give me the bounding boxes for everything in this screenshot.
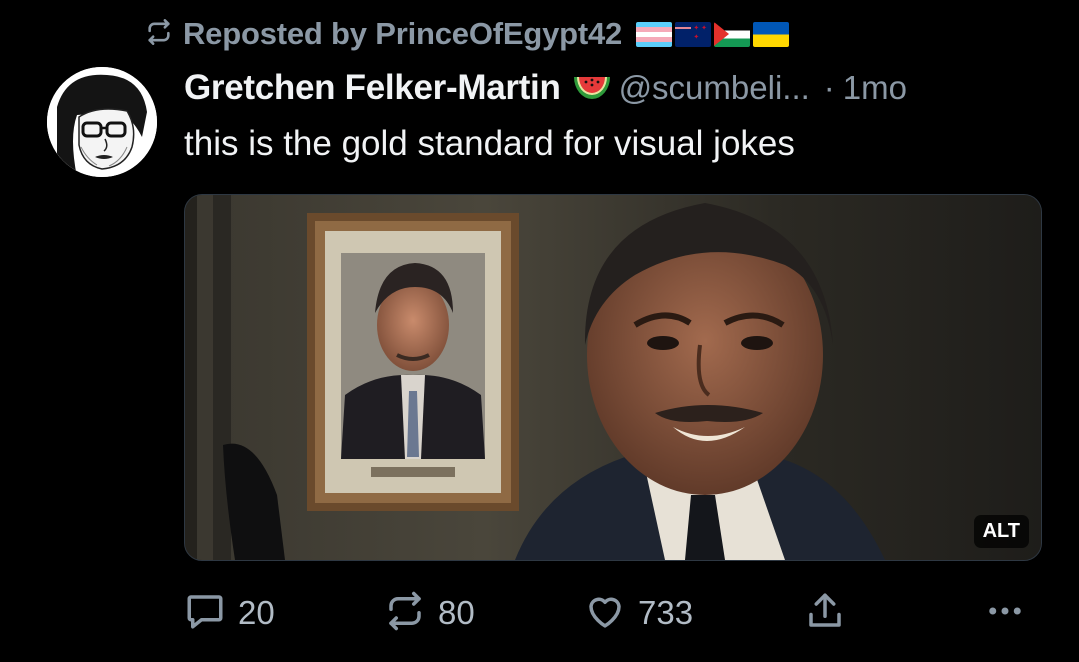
- share-icon: [804, 590, 846, 637]
- palestine-flag-icon: [714, 21, 751, 47]
- post-image[interactable]: ALT: [184, 194, 1042, 561]
- alt-badge[interactable]: ALT: [973, 515, 1029, 548]
- image-illustration: [185, 195, 1041, 560]
- repost-count: 80: [438, 594, 475, 631]
- transgender-flag-icon: [636, 21, 673, 47]
- reply-count: 20: [238, 594, 275, 631]
- post-text: this is the gold standard for visual jok…: [184, 124, 795, 163]
- author-handle[interactable]: @scumbeli...: [619, 69, 810, 107]
- repost-label[interactable]: Reposted by PrinceOfEgypt42: [183, 16, 622, 52]
- post-timestamp[interactable]: 1mo: [843, 69, 907, 107]
- repost-indicator[interactable]: Reposted by PrinceOfEgypt42: [145, 14, 790, 54]
- repost-button[interactable]: 80: [384, 588, 475, 638]
- repost-icon: [384, 590, 426, 637]
- author-name[interactable]: Gretchen Felker-Martin: [184, 68, 561, 108]
- post[interactable]: Reposted by PrinceOfEgypt42 Gretchen Fel…: [0, 0, 1079, 662]
- ukraine-flag-icon: [753, 21, 790, 47]
- more-button[interactable]: [984, 588, 1026, 638]
- post-header: Gretchen Felker-Martin @scumbeli... · 1m…: [184, 66, 907, 110]
- repost-icon: [145, 18, 173, 51]
- avatar[interactable]: [47, 67, 157, 177]
- like-count: 733: [638, 594, 694, 631]
- more-icon: [984, 590, 1026, 637]
- reply-button[interactable]: 20: [184, 588, 275, 638]
- new-zealand-flag-icon: [675, 21, 712, 47]
- comment-icon: [184, 590, 226, 637]
- flag-emojis: [636, 21, 790, 47]
- action-bar: 20 80 733: [184, 588, 1030, 638]
- watermelon-icon: [571, 71, 613, 105]
- heart-icon: [584, 590, 626, 637]
- separator: ·: [823, 69, 835, 106]
- like-button[interactable]: 733: [584, 588, 693, 638]
- share-button[interactable]: [804, 588, 846, 638]
